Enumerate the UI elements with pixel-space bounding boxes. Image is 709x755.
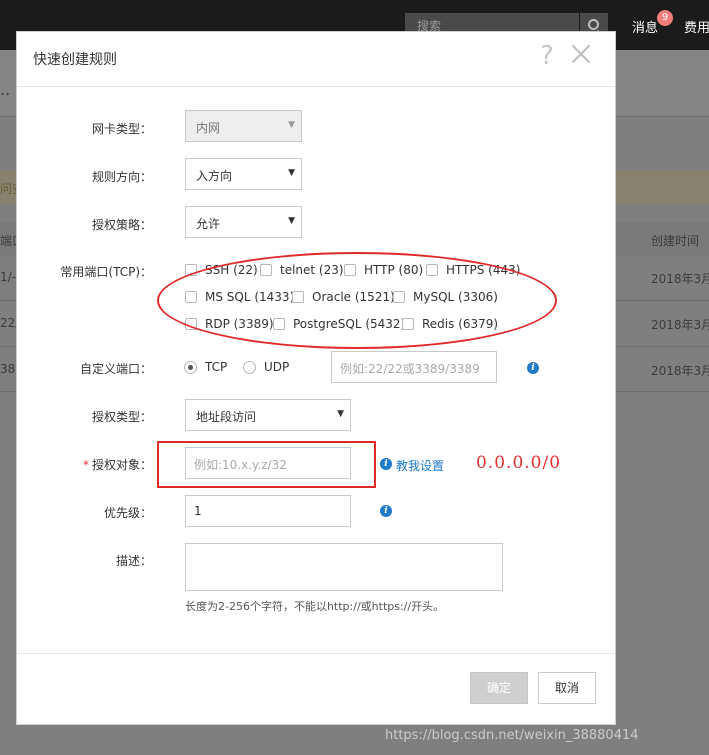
chevron-down-icon: ▼ (288, 216, 295, 226)
required-mark: * (82, 458, 89, 472)
description-textarea[interactable] (185, 543, 503, 591)
custom-port-input[interactable]: 例如:22/22或3389/3389 (331, 351, 497, 383)
fees-link[interactable]: 费用 (684, 17, 709, 36)
chevron-down-icon: ▼ (288, 168, 295, 178)
watermark: https://blog.csdn.net/weixin_38880414 (385, 728, 639, 743)
cancel-button[interactable]: 取消 (538, 672, 596, 704)
confirm-button[interactable]: 确定 (470, 672, 528, 704)
nic-type-label: 网卡类型： (91, 122, 152, 136)
auth-type-label: 授权类型： (91, 410, 152, 424)
direction-label: 规则方向： (91, 170, 152, 184)
direction-select[interactable]: 入方向 ▼ (185, 158, 302, 190)
messages-badge: 9 (657, 10, 673, 26)
help-icon[interactable]: ? (540, 41, 554, 71)
annotation-rectangle (157, 441, 376, 488)
policy-label: 授权策略： (91, 218, 152, 232)
info-icon[interactable]: i (380, 505, 392, 517)
quick-create-rule-dialog: 快速创建规则 ? 网卡类型： 内网 ▼ 规则方向： 入方向 ▼ 授权策略： 允许… (16, 31, 616, 725)
bg-row-created: 2018年3月 (651, 318, 709, 332)
bg-col-created: 创建时间 (651, 234, 700, 248)
annotation-text: 0.0.0.0/0 (476, 453, 562, 473)
radio-dot[interactable] (243, 360, 256, 374)
policy-select[interactable]: 允许 ▼ (185, 206, 302, 238)
auth-object-label-text: 授权对象： (91, 458, 152, 472)
chevron-down-icon: ▼ (288, 120, 295, 130)
info-icon: i (380, 458, 392, 470)
search-icon (588, 19, 599, 30)
policy-value: 允许 (196, 217, 221, 231)
protocol-radio-tcp[interactable]: TCP (184, 360, 227, 374)
priority-input[interactable]: 1 (185, 495, 351, 527)
radio-dot[interactable] (184, 360, 197, 374)
dialog-header: 快速创建规则 ? (17, 32, 615, 87)
nic-type-value: 内网 (196, 121, 221, 135)
nic-type-select: 内网 ▼ (185, 110, 302, 142)
description-hint: 长度为2-256个字符，不能以http://或https://开头。 (185, 600, 445, 613)
bg-row-created: 2018年3月 (651, 272, 709, 286)
bg-row-created: 2018年3月 (651, 364, 709, 378)
bg-ellipsis: .. (0, 80, 11, 99)
auth-type-select[interactable]: 地址段访问 ▼ (185, 399, 351, 431)
description-label: 描述： (115, 554, 152, 568)
common-ports-label: 常用端口(TCP)： (60, 265, 152, 279)
footer-divider (17, 653, 615, 654)
auth-object-label: * 授权对象： (2, 456, 152, 473)
dialog-title: 快速创建规则 (33, 52, 117, 68)
close-icon[interactable] (570, 43, 592, 65)
custom-port-placeholder: 例如:22/22或3389/3389 (340, 362, 480, 376)
protocol-radio-udp[interactable]: UDP (243, 360, 289, 374)
protocol-label: TCP (205, 360, 228, 374)
priority-value: 1 (194, 504, 202, 518)
protocol-label: UDP (264, 360, 290, 374)
chevron-down-icon: ▼ (337, 409, 344, 419)
info-icon[interactable]: i (527, 362, 539, 374)
custom-port-label: 自定义端口： (79, 362, 152, 376)
direction-value: 入方向 (196, 169, 233, 183)
annotation-ellipse (157, 252, 557, 349)
messages-link[interactable]: 消息 (632, 17, 658, 36)
auth-type-value: 地址段访问 (196, 410, 257, 424)
help-me-setup-link[interactable]: 教我设置 (396, 457, 444, 474)
priority-label: 优先级： (103, 506, 152, 520)
